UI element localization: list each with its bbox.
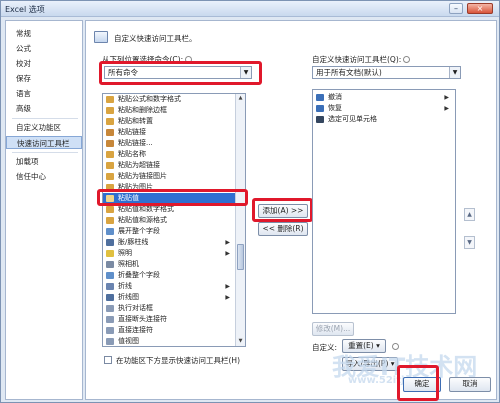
expand-icon xyxy=(106,228,114,235)
minimize-button[interactable]: – xyxy=(449,3,463,14)
commands-scrollbar[interactable]: ▲ ▼ xyxy=(235,94,245,346)
commands-list[interactable]: 粘贴公式和数字格式 粘贴和删除边框 粘贴和转置 粘贴链接 粘贴链接... 粘贴名… xyxy=(102,93,246,347)
paste-icon xyxy=(106,206,114,213)
light-icon xyxy=(106,250,114,257)
paste-icon xyxy=(106,96,114,103)
camera-icon xyxy=(106,261,114,268)
chart-icon xyxy=(106,239,114,246)
move-up-button[interactable]: ▲ xyxy=(464,208,475,221)
list-item[interactable]: 折叠整个字段 xyxy=(103,270,236,281)
paste-icon xyxy=(106,162,114,169)
highlight-box-ok xyxy=(397,365,439,401)
customize-toolbar-label: 自定义快速访问工具栏(Q): xyxy=(312,54,411,65)
chevron-down-icon: ▼ xyxy=(449,67,460,78)
modify-button[interactable]: 修改(M)... xyxy=(312,322,354,336)
close-button[interactable]: × xyxy=(467,3,493,14)
list-item[interactable]: 粘贴链接... xyxy=(103,138,236,149)
list-item[interactable]: 照相机 xyxy=(103,259,236,270)
nav-divider xyxy=(12,118,78,119)
list-item[interactable]: 折线图 ▶ xyxy=(103,292,236,303)
nav-item-quick-access-toolbar[interactable]: 快速访问工具栏 xyxy=(6,136,82,149)
list-item[interactable]: 直接断头连接符 xyxy=(103,314,236,325)
nav-item-proofing[interactable]: 校对 xyxy=(6,57,82,70)
window-title: Excel 选项 xyxy=(5,5,45,14)
title-bar[interactable]: Excel 选项 – × xyxy=(1,1,499,17)
page-title: 自定义快速访问工具栏。 xyxy=(114,34,197,43)
paste-icon xyxy=(106,118,114,125)
dialog-icon xyxy=(106,305,114,312)
show-below-ribbon-label: 在功能区下方显示快速访问工具栏(H) xyxy=(116,356,240,365)
list-item[interactable]: 胀/豚柱线 ▶ xyxy=(103,237,236,248)
category-nav: 常规 公式 校对 保存 语言 高级 自定义功能区 快速访问工具栏 加载项 信任中… xyxy=(5,20,83,400)
nav-item-add-ins[interactable]: 加载项 xyxy=(6,155,82,168)
list-item[interactable]: 粘贴和转置 xyxy=(103,116,236,127)
nav-item-customize-ribbon[interactable]: 自定义功能区 xyxy=(6,121,82,134)
list-item[interactable]: 选定可见单元格 xyxy=(313,114,455,125)
nav-item-general[interactable]: 常规 xyxy=(6,27,82,40)
paste-icon xyxy=(106,173,114,180)
customize-toolbar-value: 用于所有文档(默认) xyxy=(316,68,382,77)
move-down-button[interactable]: ▼ xyxy=(464,236,475,249)
submenu-arrow-icon: ▶ xyxy=(444,105,449,112)
linechart-icon xyxy=(106,294,114,301)
redo-icon xyxy=(316,105,324,112)
nav-item-language[interactable]: 语言 xyxy=(6,87,82,100)
info-icon xyxy=(403,56,411,63)
connector-icon xyxy=(106,327,114,334)
paste-icon xyxy=(106,140,114,147)
list-item[interactable]: 粘贴链接 xyxy=(103,127,236,138)
list-item[interactable]: 粘贴值和源格式 xyxy=(103,215,236,226)
list-item[interactable]: 粘贴名称 xyxy=(103,149,236,160)
nav-item-save[interactable]: 保存 xyxy=(6,72,82,85)
nav-divider xyxy=(12,152,78,153)
submenu-arrow-icon: ▶ xyxy=(225,294,230,301)
highlight-box-selected-command xyxy=(97,189,248,206)
paste-icon xyxy=(106,107,114,114)
list-item[interactable]: 照明 ▶ xyxy=(103,248,236,259)
list-item[interactable]: 直接连接符 xyxy=(103,325,236,336)
nav-item-trust-center[interactable]: 信任中心 xyxy=(6,170,82,183)
undo-icon xyxy=(316,94,324,101)
submenu-arrow-icon: ▶ xyxy=(225,250,230,257)
list-item[interactable]: 粘贴为链接图片 xyxy=(103,171,236,182)
paste-icon xyxy=(106,129,114,136)
nav-item-advanced[interactable]: 高级 xyxy=(6,102,82,115)
toolbar-icon xyxy=(94,31,108,43)
scroll-up-icon[interactable]: ▲ xyxy=(236,94,245,103)
nav-item-formulas[interactable]: 公式 xyxy=(6,42,82,55)
scroll-down-icon[interactable]: ▼ xyxy=(236,337,245,346)
view-icon xyxy=(106,338,114,345)
list-item[interactable]: 粘贴和删除边框 xyxy=(103,105,236,116)
list-item[interactable]: 撤消 ▶ xyxy=(313,92,455,103)
submenu-arrow-icon: ▶ xyxy=(444,94,449,101)
highlight-box-add xyxy=(252,198,313,222)
list-item[interactable]: 粘贴公式和数字格式 xyxy=(103,94,236,105)
highlight-box-dropdown xyxy=(99,61,262,85)
list-item[interactable]: 展开整个字段 xyxy=(103,226,236,237)
customize-toolbar-dropdown[interactable]: 用于所有文档(默认) ▼ xyxy=(312,66,461,79)
collapse-icon xyxy=(106,272,114,279)
paste-icon xyxy=(106,151,114,158)
line-icon xyxy=(106,283,114,290)
list-item[interactable]: 执行对话框 xyxy=(103,303,236,314)
list-item[interactable]: 折线 ▶ xyxy=(103,281,236,292)
main-panel: 自定义快速访问工具栏。 从下列位置选择命令(C): 所有命令 ▼ 粘贴公式和数字… xyxy=(85,20,497,400)
submenu-arrow-icon: ▶ xyxy=(225,283,230,290)
scroll-thumb[interactable] xyxy=(237,244,244,270)
connector-icon xyxy=(106,316,114,323)
show-below-ribbon-checkbox[interactable] xyxy=(104,356,112,364)
submenu-arrow-icon: ▶ xyxy=(225,239,230,246)
paste-icon xyxy=(106,217,114,224)
remove-button[interactable]: << 删除(R) xyxy=(258,222,308,236)
cancel-button[interactable]: 取消 xyxy=(449,377,491,392)
list-item[interactable]: 恢复 ▶ xyxy=(313,103,455,114)
select-visible-icon xyxy=(316,116,324,123)
list-item[interactable]: 粘贴为超链接 xyxy=(103,160,236,171)
toolbar-items-list[interactable]: 撤消 ▶ 恢复 ▶ 选定可见单元格 xyxy=(312,89,456,314)
list-item[interactable]: 值视图 xyxy=(103,336,236,346)
excel-options-window: Excel 选项 – × 常规 公式 校对 保存 语言 高级 自定义功能区 快速… xyxy=(0,0,500,403)
